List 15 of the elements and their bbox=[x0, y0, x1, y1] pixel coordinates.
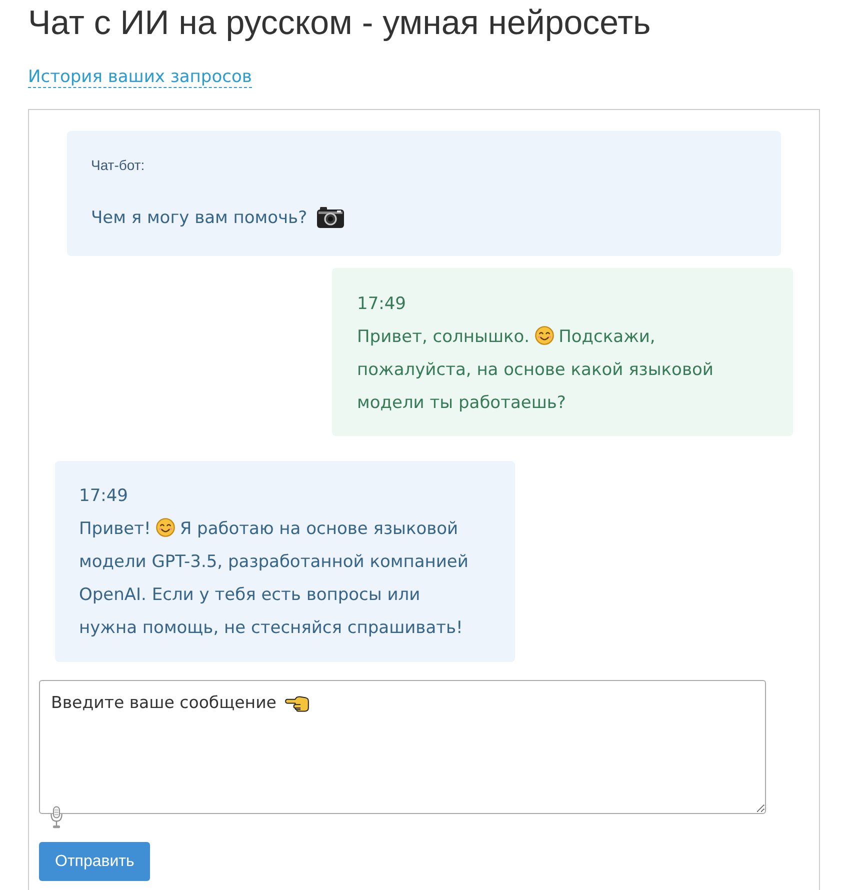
message-author: Чат-бот: bbox=[91, 156, 145, 175]
history-link[interactable]: История ваших запросов bbox=[28, 67, 252, 88]
message-time: 17:49 bbox=[357, 293, 406, 316]
page-title: Чат с ИИ на русском - умная нейросеть bbox=[28, 4, 651, 42]
message-text: Привет, солнышко. Подскажи, пожалуйста, на основе какой языковой модели ты работаешь? bbox=[357, 325, 714, 415]
message-time: 17:49 bbox=[79, 485, 128, 508]
message-text: Чем я могу вам помочь? bbox=[91, 208, 308, 228]
pointing-hand-icon bbox=[285, 696, 309, 712]
camera-icon bbox=[317, 207, 344, 228]
smiling-face-icon bbox=[156, 518, 175, 537]
microphone-icon bbox=[50, 806, 63, 829]
send-button[interactable]: Отправить bbox=[39, 842, 150, 881]
message-input[interactable]: Введите ваше сообщение bbox=[39, 680, 766, 814]
message-text: Привет! Я работаю на основе языковой модели GPT-3.5, разработанной компанией OpenAI. Если у тебя есть вопросы или нужна помощь, не стесняйся спрашивать! bbox=[79, 517, 470, 640]
smiling-face-icon bbox=[534, 326, 554, 345]
